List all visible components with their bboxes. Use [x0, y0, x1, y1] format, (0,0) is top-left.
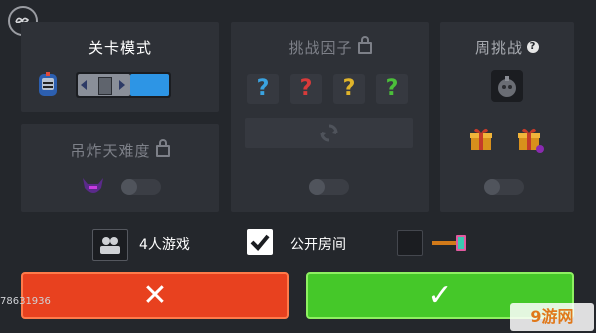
weekly-challenge-toggle[interactable]: [484, 179, 524, 195]
checkmark-icon: [250, 234, 270, 251]
cancel-button[interactable]: ✕: [21, 272, 289, 319]
public-room-label: 公开房间: [290, 237, 346, 253]
slider-right-arrow-icon[interactable]: [119, 80, 125, 90]
players-label: 4人游戏: [139, 237, 190, 253]
challenge-factor-title: 挑战因子: [288, 39, 353, 57]
challenge-slot-2[interactable]: ?: [290, 74, 322, 104]
toggle-knob: [309, 179, 325, 195]
players-button[interactable]: [92, 229, 128, 261]
challenge-factor-title-row: 挑战因子: [231, 36, 429, 58]
level-mode-panel: 关卡模式: [21, 22, 219, 112]
slider-handle[interactable]: [98, 77, 112, 95]
check-icon: ✓: [427, 277, 453, 313]
challenge-factor-toggle[interactable]: [309, 179, 349, 195]
challenge-slot-1[interactable]: ?: [247, 74, 279, 104]
lock-icon: [155, 139, 170, 157]
crane-difficulty-title-row: 吊炸天难度: [21, 139, 219, 161]
weekly-challenge-title-row: 周挑战?: [440, 37, 574, 58]
slider-fill: [130, 74, 169, 96]
challenge-slot-3[interactable]: ?: [333, 74, 365, 104]
refresh-button[interactable]: [245, 118, 413, 148]
crane-difficulty-panel: 吊炸天难度: [21, 124, 219, 212]
weekly-challenge-title: 周挑战: [474, 39, 523, 57]
gift-box-icon: [468, 126, 494, 152]
crane-difficulty-title: 吊炸天难度: [70, 142, 151, 160]
watermark: 9游网: [510, 303, 594, 331]
lock-icon: [357, 36, 372, 54]
crane-difficulty-toggle[interactable]: [121, 179, 161, 195]
level-mode-title: 关卡模式: [87, 39, 152, 57]
players-icon: [100, 237, 120, 254]
weekly-challenge-panel: 周挑战?: [440, 22, 574, 212]
player-id-text: 78631936: [0, 296, 51, 307]
knight-helmet-icon: [36, 72, 60, 98]
public-room-checkbox[interactable]: [247, 229, 273, 255]
challenge-factor-panel: 挑战因子 ? ? ? ?: [231, 22, 429, 212]
toggle-knob: [484, 179, 500, 195]
refresh-icon: [320, 124, 338, 142]
slider-left-arrow-icon[interactable]: [81, 80, 87, 90]
gift-box-icon: [516, 126, 546, 156]
challenge-slot-4[interactable]: ?: [376, 74, 408, 104]
close-icon: ✕: [142, 277, 168, 313]
bomb-icon: [491, 70, 523, 102]
toggle-knob: [121, 179, 137, 195]
watermark-text: 9游网: [530, 307, 574, 326]
hammer-weapon-icon: [430, 232, 470, 254]
weapon-checkbox[interactable]: [397, 230, 423, 256]
level-mode-slider[interactable]: [76, 72, 171, 98]
demon-helmet-icon: [81, 176, 105, 198]
help-icon[interactable]: ?: [527, 41, 539, 53]
